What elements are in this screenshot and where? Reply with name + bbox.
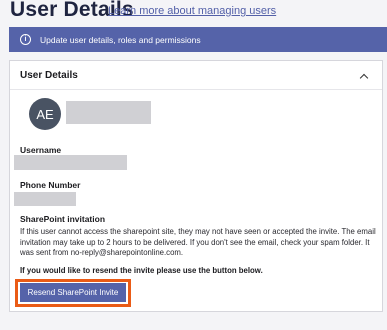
- phone-number-label: Phone Number: [20, 180, 81, 190]
- info-banner: i Update user details, roles and permiss…: [9, 27, 387, 52]
- chevron-up-icon[interactable]: [359, 73, 369, 83]
- avatar: AE: [29, 98, 61, 130]
- divider: [10, 89, 382, 90]
- username-label: Username: [20, 145, 62, 155]
- info-banner-text: Update user details, roles and permissio…: [40, 34, 201, 45]
- redacted-full-name: [66, 101, 151, 124]
- learn-more-link[interactable]: Learn more about managing users: [108, 5, 276, 17]
- sharepoint-invitation-label: SharePoint invitation: [20, 214, 106, 224]
- resend-sharepoint-invite-button[interactable]: Resend SharePoint Invite: [20, 283, 126, 302]
- user-details-card: User Details AE Username Phone Number Sh…: [9, 60, 383, 312]
- redacted-username: [14, 155, 127, 170]
- card-title: User Details: [20, 70, 78, 81]
- info-icon: i: [20, 34, 31, 45]
- sharepoint-invitation-text: If this user cannot access the sharepoin…: [20, 227, 376, 257]
- resend-prompt: If you would like to resend the invite p…: [20, 266, 263, 275]
- redacted-phone-number: [14, 192, 76, 206]
